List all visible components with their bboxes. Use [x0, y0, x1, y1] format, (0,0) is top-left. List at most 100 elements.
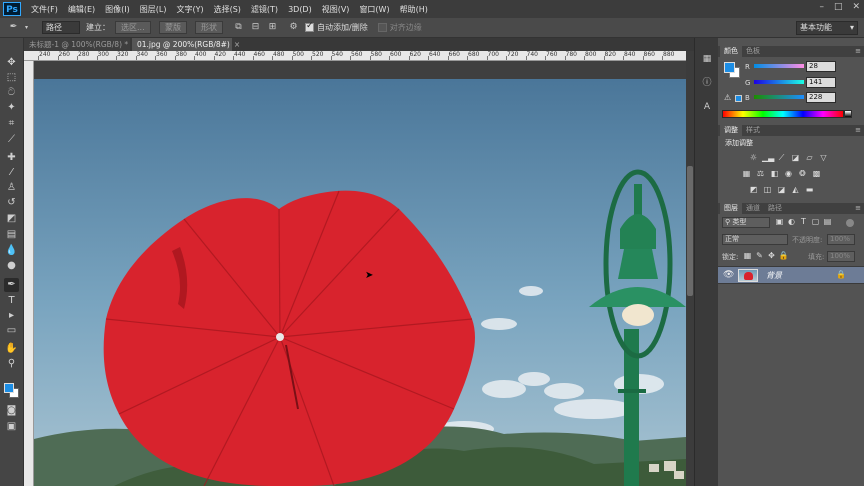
gamut-swatch[interactable] [735, 95, 742, 102]
stamp-tool-icon[interactable]: ♙ [4, 181, 19, 195]
shape-tool-icon[interactable]: ▭ [4, 324, 19, 338]
quick-mask-icon[interactable]: ◙ [4, 404, 19, 418]
filter-smart-icon[interactable]: ▤ [822, 217, 833, 227]
layer-row[interactable]: 👁 背景 🔒 [718, 266, 864, 284]
minimize-button[interactable]: – [819, 2, 824, 12]
filter-toggle[interactable] [846, 219, 854, 227]
properties-panel-icon[interactable]: ⓘ [700, 76, 714, 90]
tab-styles[interactable]: 样式 [742, 125, 764, 136]
color-balance-icon[interactable]: ⚖ [755, 169, 766, 179]
pen-tool-icon[interactable]: ✒ [4, 278, 19, 292]
move-tool-icon[interactable]: ✥ [4, 56, 19, 70]
tab-paths[interactable]: 路径 [764, 203, 786, 214]
menu-filter[interactable]: 滤镜(T) [251, 4, 278, 15]
scrollbar-thumb[interactable] [687, 166, 693, 296]
vertical-scrollbar[interactable] [686, 51, 694, 486]
align-edges-checkbox[interactable] [377, 23, 387, 32]
photo-filter-icon[interactable]: ◉ [783, 169, 794, 179]
exposure-icon[interactable]: ◪ [790, 153, 801, 163]
menu-select[interactable]: 选择(S) [214, 4, 241, 15]
filter-adjust-icon[interactable]: ◐ [786, 217, 797, 227]
menu-3d[interactable]: 3D(D) [288, 5, 312, 14]
fill-field[interactable]: 100% [827, 251, 855, 262]
gradient-map2-icon[interactable]: ▬ [804, 185, 815, 195]
blur-tool-icon[interactable]: 💧 [4, 244, 19, 258]
b-slider[interactable] [754, 95, 804, 99]
path-select-tool-icon[interactable]: ▸ [4, 309, 19, 323]
menu-layer[interactable]: 图层(L) [140, 4, 167, 15]
panel-menu-icon[interactable]: ≡ [855, 125, 861, 136]
menu-window[interactable]: 窗口(W) [359, 4, 389, 15]
levels-icon[interactable]: ▁▃ [762, 153, 774, 163]
foreground-color-swatch[interactable] [724, 62, 735, 73]
tab-untitled[interactable]: 未标题-1 @ 100%(RGB/8) *× [24, 38, 138, 51]
tab-adjustments[interactable]: 调整 [720, 125, 742, 136]
lasso-tool-icon[interactable]: ට [4, 86, 19, 100]
b-value[interactable]: 228 [806, 92, 836, 103]
menu-file[interactable]: 文件(F) [31, 4, 58, 15]
color-spectrum-bar[interactable] [722, 110, 844, 118]
tab-color[interactable]: 颜色 [720, 46, 742, 57]
lock-position-icon[interactable]: ✥ [766, 251, 777, 261]
menu-view[interactable]: 视图(V) [322, 4, 350, 15]
eyedropper-tool-icon[interactable]: ⟋ [4, 133, 19, 147]
type-tool-icon[interactable]: T [4, 294, 19, 308]
hand-tool-icon[interactable]: ✋ [4, 342, 19, 356]
menu-image[interactable]: 图像(I) [105, 4, 130, 15]
workspace-select[interactable]: 基本功能 ▾ [796, 21, 858, 35]
dodge-tool-icon[interactable]: ● [4, 259, 19, 273]
r-value[interactable]: 28 [806, 61, 836, 72]
panel-menu-icon[interactable]: ≡ [855, 46, 861, 57]
channel-mixer-icon[interactable]: ❂ [797, 169, 808, 179]
brush-tool-icon[interactable]: ⁄ [4, 166, 19, 180]
lock-pixels-icon[interactable]: ✎ [754, 251, 765, 261]
close-icon[interactable]: × [234, 40, 240, 49]
tab-swatches[interactable]: 色板 [742, 46, 764, 57]
layer-filter-select[interactable]: ⚲ 类型 [722, 217, 770, 228]
quick-select-tool-icon[interactable]: ✦ [4, 101, 19, 115]
tab-01-jpg[interactable]: 01.jpg @ 200%(RGB/8#) × [132, 38, 240, 51]
brightness-icon[interactable]: ☼ [748, 153, 759, 163]
blend-mode-select[interactable]: 正常 [722, 234, 788, 245]
opacity-field[interactable]: 100% [827, 234, 855, 245]
g-value[interactable]: 141 [806, 77, 836, 88]
document-image[interactable]: ➤ [34, 79, 686, 486]
healing-tool-icon[interactable]: ✚ [4, 151, 19, 165]
menu-help[interactable]: 帮助(H) [400, 4, 428, 15]
layer-name[interactable]: 背景 [766, 270, 782, 281]
lock-all-icon[interactable]: 🔒 [778, 251, 789, 261]
mode-select[interactable]: 路径 [42, 21, 80, 34]
spectrum-black-white[interactable] [844, 110, 852, 118]
filter-type-icon[interactable]: T [798, 217, 809, 227]
gradient-map-icon[interactable]: ▱ [804, 153, 815, 163]
selection-button[interactable]: 选区... [115, 21, 151, 34]
gear-icon[interactable]: ⚙ [288, 22, 299, 33]
selective-color-icon[interactable]: ◭ [790, 185, 801, 195]
black-white-icon[interactable]: ◧ [769, 169, 780, 179]
history-brush-tool-icon[interactable]: ↺ [4, 196, 19, 210]
filter-shape-icon[interactable]: ▢ [810, 217, 821, 227]
foreground-color-swatch[interactable] [4, 383, 14, 393]
crop-tool-icon[interactable]: ⌗ [4, 117, 19, 131]
path-operations-icon[interactable]: ⧉ [233, 22, 244, 33]
hue-saturation-icon[interactable]: ▦ [741, 169, 752, 179]
gradient-tool-icon[interactable]: ▤ [4, 228, 19, 242]
shape-button[interactable]: 形状 [195, 21, 223, 34]
eye-icon[interactable]: 👁 [723, 270, 734, 280]
threshold-icon[interactable]: ◪ [776, 185, 787, 195]
maximize-button[interactable]: □ [834, 2, 843, 12]
posterize-icon[interactable]: ◫ [762, 185, 773, 195]
r-slider[interactable] [754, 64, 804, 68]
menu-type[interactable]: 文字(Y) [176, 4, 203, 15]
g-slider[interactable] [754, 80, 804, 84]
mask-button[interactable]: 蒙版 [159, 21, 187, 34]
eraser-tool-icon[interactable]: ◩ [4, 212, 19, 226]
close-button[interactable]: ✕ [852, 2, 860, 12]
lock-transparent-icon[interactable]: ▦ [742, 251, 753, 261]
menu-edit[interactable]: 编辑(E) [68, 4, 95, 15]
tab-channels[interactable]: 通道 [742, 203, 764, 214]
zoom-tool-icon[interactable]: ⚲ [4, 357, 19, 371]
invert-icon[interactable]: ◩ [748, 185, 759, 195]
history-panel-icon[interactable]: ▦ [700, 52, 714, 66]
marquee-tool-icon[interactable]: ⬚ [4, 71, 19, 85]
